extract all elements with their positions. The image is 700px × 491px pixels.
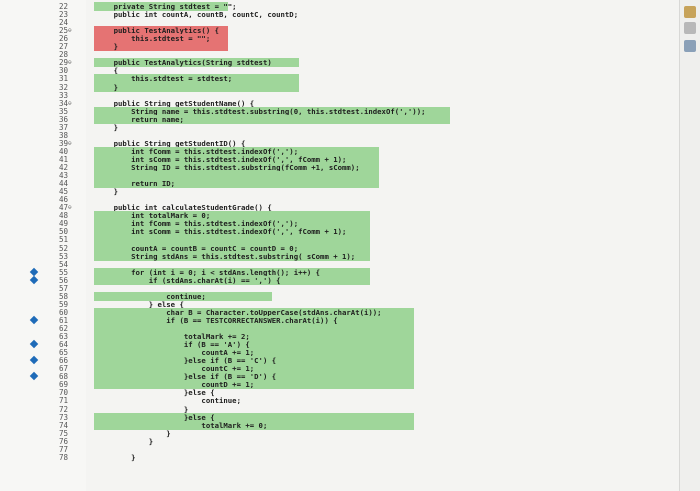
outline-icon[interactable] (684, 6, 696, 18)
breakpoint-marker-icon[interactable] (29, 355, 39, 365)
code-text: } (96, 452, 136, 462)
line-number: 78 (58, 452, 68, 462)
breakpoint-marker-icon[interactable] (29, 339, 39, 349)
console-icon[interactable] (684, 40, 696, 52)
breakpoint-marker-icon[interactable] (29, 315, 39, 325)
breakpoint-marker-icon[interactable] (29, 275, 39, 284)
code-line[interactable]: 78 } (0, 453, 700, 462)
code-editor[interactable]: 22 private String stdtest = ""; 23 public… (0, 0, 700, 491)
side-toolbar (679, 0, 700, 491)
breakpoint-marker-icon[interactable] (29, 267, 39, 276)
task-icon[interactable] (684, 22, 696, 34)
breakpoint-marker-icon[interactable] (29, 372, 39, 381)
